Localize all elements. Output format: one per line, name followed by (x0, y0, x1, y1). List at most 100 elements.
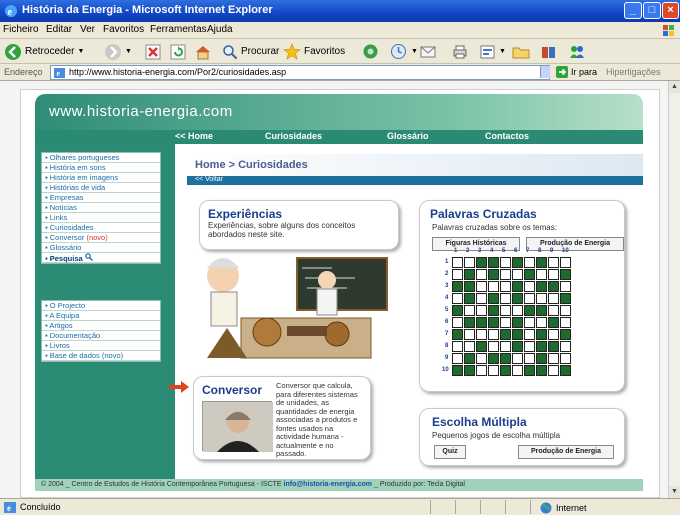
favorites-button[interactable]: Favoritos (283, 42, 345, 61)
crossword-cell[interactable] (512, 317, 523, 328)
menu-item-artigos[interactable]: ▪ Artigos (42, 321, 160, 331)
crossword-cell[interactable] (512, 329, 523, 340)
crossword-cell[interactable] (452, 353, 463, 364)
crossword-cell[interactable] (452, 317, 463, 328)
crossword-cell[interactable] (488, 257, 499, 268)
history-button[interactable]: ▼ (390, 42, 418, 61)
home-button[interactable] (194, 42, 212, 61)
crossword-cell[interactable] (536, 269, 547, 280)
crossword-cell[interactable] (536, 305, 547, 316)
menu-item-documentacao[interactable]: ▪ Documentação (42, 331, 160, 341)
forward-button[interactable]: ▼ (104, 42, 132, 61)
crossword-cell[interactable] (488, 365, 499, 376)
crossword-cell[interactable] (500, 281, 511, 292)
crossword-cell[interactable] (536, 317, 547, 328)
crossword-cell[interactable] (560, 281, 571, 292)
crossword-cell[interactable] (548, 341, 559, 352)
conversor-portrait[interactable] (202, 401, 273, 452)
crossword-cell[interactable] (512, 281, 523, 292)
print-button[interactable] (452, 42, 468, 61)
crossword-cell[interactable] (536, 281, 547, 292)
edit-button[interactable]: ▼ (480, 42, 506, 61)
crossword-cell[interactable] (512, 257, 523, 268)
menu-item-conversor[interactable]: ▪ Conversor (novo) (42, 233, 160, 243)
crossword-cell[interactable] (464, 293, 475, 304)
menu-ficheiro[interactable]: Ficheiro (3, 24, 39, 35)
refresh-button[interactable] (170, 42, 186, 61)
crossword-cell[interactable] (548, 281, 559, 292)
menu-item-links[interactable]: ▪ Links (42, 213, 160, 223)
menu-item-olhares[interactable]: ▪ Olhares portugueses (42, 153, 160, 163)
crossword-cell[interactable] (524, 293, 535, 304)
search-button[interactable]: Procurar (222, 42, 279, 61)
crossword-cell[interactable] (560, 269, 571, 280)
crossword-cell[interactable] (452, 281, 463, 292)
site-brand[interactable]: www.historia-energia.com (49, 103, 233, 120)
crossword-cell[interactable] (464, 365, 475, 376)
crossword-cell[interactable] (476, 269, 487, 280)
crossword-cell[interactable] (524, 365, 535, 376)
crossword-cell[interactable] (548, 305, 559, 316)
crossword-cell[interactable] (548, 353, 559, 364)
go-button[interactable]: Ir para (556, 66, 597, 78)
crossword-cell[interactable] (488, 329, 499, 340)
crossword-cell[interactable] (560, 257, 571, 268)
menu-editar[interactable]: Editar (46, 24, 72, 35)
quiz-button[interactable]: Quiz (434, 445, 466, 459)
crossword-cell[interactable] (476, 293, 487, 304)
crossword-cell[interactable] (476, 317, 487, 328)
crossword-cell[interactable] (524, 257, 535, 268)
links-label[interactable]: Hiperligações (606, 67, 661, 77)
mail-button[interactable] (420, 42, 436, 61)
crossword-cell[interactable] (500, 329, 511, 340)
crossword-cell[interactable] (452, 269, 463, 280)
crossword-cell[interactable] (560, 305, 571, 316)
menu-item-empresas[interactable]: ▪ Empresas (42, 193, 160, 203)
menu-item-curiosidades[interactable]: ▪ Curiosidades (42, 223, 160, 233)
crossword-cell[interactable] (488, 293, 499, 304)
menu-item-noticias[interactable]: ▪ Notícias (42, 203, 160, 213)
menu-item-base-dados[interactable]: ▪ Base de dados (novo) (42, 351, 160, 361)
crossword-cell[interactable] (500, 293, 511, 304)
footer-email[interactable]: info@historia-energia.com (284, 481, 373, 488)
crossword-cell[interactable] (476, 329, 487, 340)
address-dropdown-button[interactable] (540, 66, 550, 78)
scroll-up-button[interactable]: ▲ (669, 81, 680, 93)
crossword-cell[interactable] (536, 365, 547, 376)
crossword-cell[interactable] (536, 341, 547, 352)
experiencias-title[interactable]: Experiências (208, 207, 282, 221)
nav-contactos[interactable]: Contactos (485, 131, 529, 141)
crossword-cell[interactable] (500, 269, 511, 280)
crossword-cell[interactable] (500, 257, 511, 268)
crossword-cell[interactable] (512, 365, 523, 376)
crossword-cell[interactable] (488, 305, 499, 316)
crossword-cell[interactable] (488, 341, 499, 352)
crossword-cell[interactable] (524, 281, 535, 292)
menu-ferramentas[interactable]: Ferramentas (150, 24, 207, 35)
menu-item-sons[interactable]: ▪ História em sons (42, 163, 160, 173)
crossword-cell[interactable] (512, 341, 523, 352)
crossword-cell[interactable] (464, 353, 475, 364)
crossword-cell[interactable] (452, 365, 463, 376)
crossword-cell[interactable] (536, 329, 547, 340)
crossword-cell[interactable] (476, 365, 487, 376)
menu-item-glossario[interactable]: ▪ Glossário (42, 243, 160, 253)
crossword-cell[interactable] (464, 329, 475, 340)
crossword-cell[interactable] (524, 353, 535, 364)
figuras-historicas-button[interactable]: Figuras Históricas (432, 237, 520, 251)
nav-home[interactable]: << Home (175, 131, 213, 141)
menu-item-historias-vida[interactable]: ▪ Histórias de vida (42, 183, 160, 193)
crossword-cell[interactable] (548, 365, 559, 376)
menu-item-livros[interactable]: ▪ Livros (42, 341, 160, 351)
crossword-cell[interactable] (560, 341, 571, 352)
media-button[interactable] (362, 42, 379, 61)
menu-ajuda[interactable]: Ajuda (207, 24, 233, 35)
crossword-cell[interactable] (524, 269, 535, 280)
crossword-cell[interactable] (524, 329, 535, 340)
crossword-cell[interactable] (536, 257, 547, 268)
crossword-cell[interactable] (464, 317, 475, 328)
address-input[interactable]: e http://www.historia-energia.com/Por2/c… (50, 65, 550, 80)
crossword-cell[interactable] (560, 317, 571, 328)
crossword-cell[interactable] (548, 293, 559, 304)
menu-ver[interactable]: Ver (80, 24, 95, 35)
